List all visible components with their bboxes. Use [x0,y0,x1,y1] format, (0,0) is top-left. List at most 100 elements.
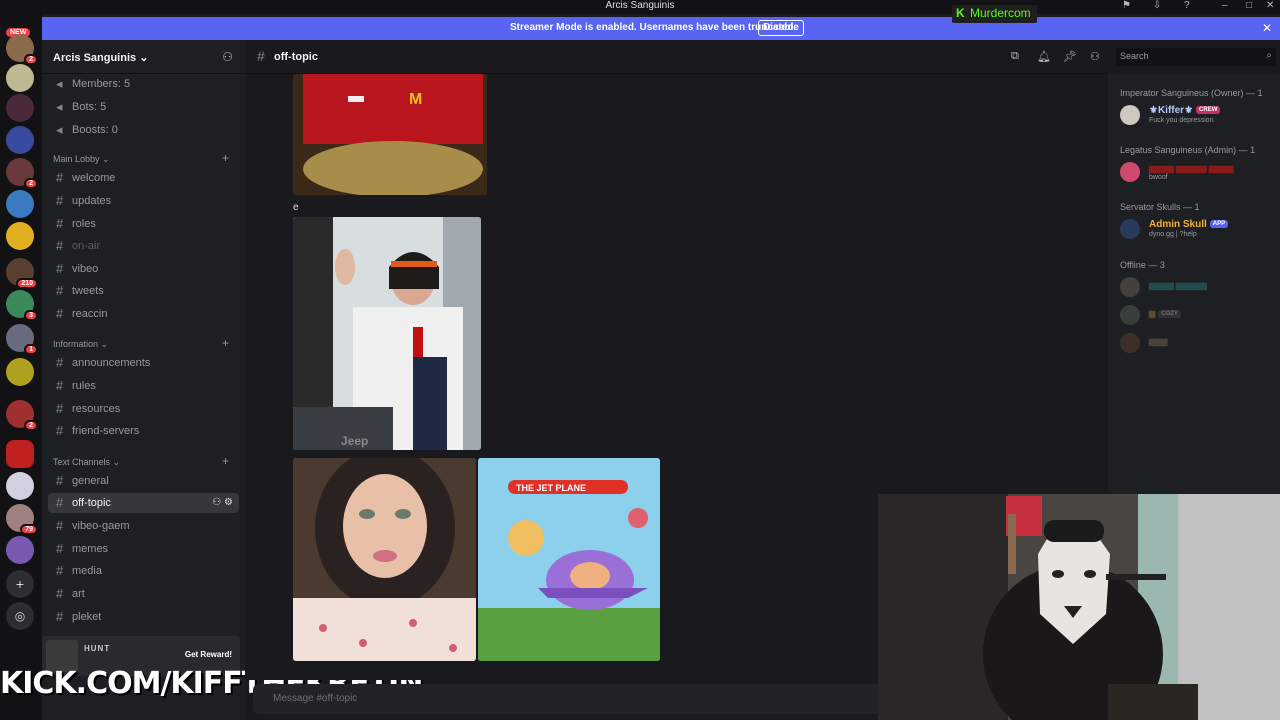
message-image-mascot[interactable]: M [293,74,487,195]
server-icon[interactable]: 2 [6,400,38,431]
stat-members: ◂ Members: 5 [48,74,239,94]
message-image-jet-plane[interactable]: THE JET PLANE [478,458,660,661]
member-offline[interactable]: ▆▆▆ [1120,331,1280,357]
channel-tweets[interactable]: # tweets [48,281,239,301]
server-name[interactable]: Arcis Sanguinis ⌄ [53,51,148,64]
stat-boosts: ◂ Boosts: 0 [48,120,239,140]
server-folder[interactable] [6,358,34,386]
avatar [1120,277,1140,297]
member-status: Fuck you depression [1149,117,1214,124]
server-icon[interactable]: 210 [6,258,38,289]
channel-off-topic[interactable]: # off-topic ⚇ ⚙ [48,493,239,513]
invite-people-icon[interactable]: ⚇ [222,50,233,64]
channel-general[interactable]: # general [48,471,239,491]
close-banner-icon[interactable]: ✕ [1262,21,1272,35]
notification-bell-icon[interactable]: 🔔︎ [1037,50,1051,63]
speaker-icon: ◂ [56,122,63,137]
add-server-icon[interactable]: + [6,570,34,598]
window-titlebar: Arcis Sanguinis ⚑ ⇩ ? – □ ✕ [0,0,1280,14]
server-icon[interactable] [6,64,34,92]
search-placeholder: Search [1120,51,1149,61]
server-icon[interactable] [6,536,34,564]
channel-roles[interactable]: # roles [48,214,239,234]
member-status: dyno.gg | ?help [1149,231,1197,238]
threads-icon[interactable]: ⧉ [1011,50,1019,63]
member-name-hidden: ▆▆▆▆ ▆▆▆▆▆ [1149,281,1207,290]
member-name: ⚜Kiffer⚜ CREW [1149,105,1221,116]
member-admin[interactable]: ▆▆▆▆ ▆▆▆▆▆ ▆▆▆▆ bwoof [1120,160,1280,186]
channel-settings-icon[interactable]: ⚇ ⚙ [212,493,233,513]
stat-bots: ◂ Bots: 5 [48,97,239,117]
category-main-lobby[interactable]: Main Lobby ⌄ [53,154,110,165]
server-folder[interactable]: 3 [6,290,38,321]
server-folder[interactable]: 1 [6,324,38,355]
server-icon[interactable] [6,222,34,250]
message-image-selfie[interactable] [293,458,476,661]
member-offline[interactable]: ▆ COZY [1120,303,1280,329]
channel-friend-servers[interactable]: # friend-servers [48,421,239,441]
member-list-icon[interactable]: ⚇ [1090,50,1100,63]
minimize-icon[interactable]: – [1222,0,1228,12]
channel-on-air[interactable]: # on-air [48,236,239,256]
speaker-icon: ◂ [56,99,63,114]
server-icon[interactable]: 2 [6,34,38,65]
close-window-icon[interactable]: ✕ [1266,0,1274,12]
selfie-photo [293,458,476,661]
channel-resources[interactable]: # resources [48,399,239,419]
crew-tag: CREW [1196,106,1221,115]
avatar [1120,333,1140,353]
member-name: Admin Skull APP [1149,219,1229,230]
streamer-mode-banner: Streamer Mode is enabled. Usernames have… [42,17,1280,40]
member-owner[interactable]: ⚜Kiffer⚜ CREW Fuck you depression [1120,103,1280,129]
add-channel-icon[interactable]: + [222,336,229,350]
message-image-drive-thru[interactable]: Jeep [293,217,481,450]
channel-art[interactable]: # art [48,584,239,604]
server-icon[interactable] [6,126,34,154]
channel-rules[interactable]: # rules [48,376,239,396]
channel-vibeo-gaem[interactable]: # vibeo-gaem [48,516,239,536]
avatar [1120,105,1140,125]
member-name-hidden: ▆▆▆▆ ▆▆▆▆▆ ▆▆▆▆ [1149,164,1234,173]
channel-sidebar: Arcis Sanguinis ⌄ ⚇ ◂ Members: 5 ◂ Bots: 5… [42,40,245,720]
get-reward-button[interactable]: Get Reward! [185,650,232,659]
message-composer[interactable]: Message #off-topic [253,684,883,714]
disable-streamer-mode-button[interactable]: Disable [758,20,804,36]
server-icon[interactable] [6,440,34,468]
category-information[interactable]: Information ⌄ [53,339,108,350]
member-status: bwoof [1149,174,1168,181]
channel-vibeo[interactable]: # vibeo [48,259,239,279]
add-channel-icon[interactable]: + [222,151,229,165]
member-group-offline: Offline — 3 [1120,260,1165,270]
search-input[interactable]: Search ⌕ [1116,48,1276,66]
channel-pleket[interactable]: # pleket [48,607,239,627]
download-icon[interactable]: ⇩ [1153,0,1161,12]
help-icon[interactable]: ? [1184,0,1190,12]
channel-title: off-topic [274,51,318,63]
maximize-icon[interactable]: □ [1246,0,1252,12]
server-icon[interactable] [6,190,34,218]
banner-message: Streamer Mode is enabled. Usernames have… [510,22,797,33]
jet-plane-illustration: THE JET PLANE [478,458,660,661]
app-tag: APP [1209,220,1229,229]
category-text-channels[interactable]: Text Channels ⌄ [53,457,120,468]
server-icon[interactable]: 2 [6,158,38,189]
channel-reaccin[interactable]: # reaccin [48,304,239,324]
pin-icon[interactable]: 📌︎ [1063,50,1077,63]
member-offline[interactable]: ▆▆▆▆ ▆▆▆▆▆ [1120,275,1280,301]
channel-updates[interactable]: # updates [48,191,239,211]
kick-logo-icon: K [956,6,965,20]
member-bot[interactable]: Admin Skull APP dyno.gg | ?help [1120,217,1280,243]
server-icon[interactable] [6,94,34,122]
inbox-icon[interactable]: ⚑ [1122,0,1131,12]
add-channel-icon[interactable]: + [222,454,229,468]
channel-media[interactable]: # media [48,561,239,581]
channel-header: # off-topic ⧉ 🔔︎ 📌︎ ⚇ [245,40,1108,74]
jeep-text: Jeep [341,434,368,448]
server-header[interactable]: Arcis Sanguinis ⌄ ⚇ [42,40,245,74]
channel-memes[interactable]: # memes [48,539,239,559]
server-icon[interactable] [6,472,34,500]
discover-icon[interactable]: ◎ [6,602,34,630]
channel-welcome[interactable]: # welcome [48,168,239,188]
channel-announcements[interactable]: # announcements [48,353,239,373]
server-icon[interactable]: 79 [6,504,38,535]
